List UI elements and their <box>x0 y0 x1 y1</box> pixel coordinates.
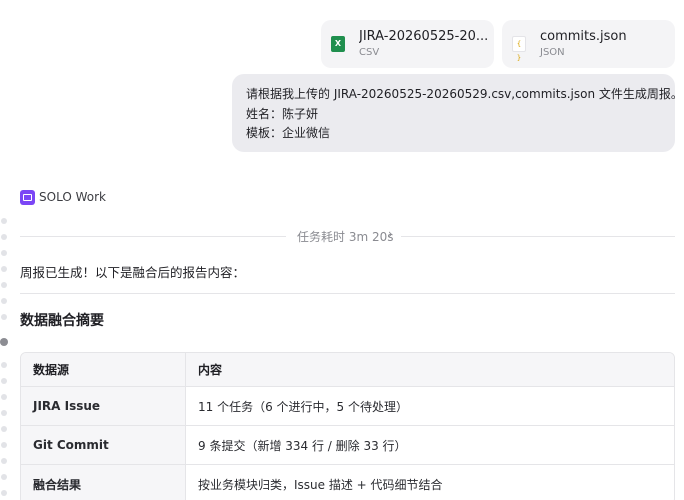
task-duration-label[interactable]: 任务耗时 3m 20s <box>297 228 393 245</box>
scroll-marker[interactable] <box>1 394 7 400</box>
attachment-jira-csv[interactable]: X JIRA-20260525-20... CSV <box>321 20 494 68</box>
user-message-line: 模板：企业微信 <box>246 126 331 140</box>
scroll-marker[interactable] <box>1 362 7 368</box>
scroll-marker-active[interactable] <box>0 338 8 346</box>
attachment-name: commits.json <box>540 29 627 44</box>
data-fusion-table: 数据源 内容 JIRA Issue 11 个任务（6 个进行中，5 个待处理） … <box>20 352 675 500</box>
task-duration-toggle[interactable]: 任务耗时 3m 20s › <box>20 227 675 245</box>
table-row: Git Commit 9 条提交（新增 334 行 / 删除 33 行） <box>21 426 674 465</box>
scroll-marker[interactable] <box>1 266 7 272</box>
table-cell-content: 11 个任务（6 个进行中，5 个待处理） <box>186 387 674 426</box>
attachment-type: JSON <box>540 47 565 58</box>
table-cell-content: 按业务模块归类，Issue 描述 + 代码细节结合 <box>186 465 674 500</box>
user-message-line: 请根据我上传的 JIRA-20260525-20260529.csv,commi… <box>246 87 683 101</box>
divider-line <box>20 236 286 237</box>
table-row: JIRA Issue 11 个任务（6 个进行中，5 个待处理） <box>21 387 674 426</box>
section-title: 数据融合摘要 <box>20 313 104 329</box>
scroll-marker[interactable] <box>1 458 7 464</box>
attachment-commits-json[interactable]: { } commits.json JSON <box>502 20 675 68</box>
user-message-bubble: 请根据我上传的 JIRA-20260525-20260529.csv,commi… <box>232 74 683 152</box>
json-file-icon: { } <box>512 36 526 62</box>
scroll-marker[interactable] <box>1 314 7 320</box>
chevron-right-icon[interactable]: › <box>388 227 393 241</box>
table-header-cell: 数据源 <box>21 353 186 387</box>
scroll-marker[interactable] <box>1 378 7 384</box>
scroll-marker[interactable] <box>1 442 7 448</box>
section-divider <box>20 293 675 294</box>
scroll-marker[interactable] <box>1 250 7 256</box>
table-cell-source: JIRA Issue <box>21 387 186 426</box>
response-intro: 周报已生成！以下是融合后的报告内容： <box>20 265 246 280</box>
table-row: 融合结果 按业务模块归类，Issue 描述 + 代码细节结合 <box>21 465 674 500</box>
user-message-line: 姓名：陈子妍 <box>246 106 319 121</box>
scroll-marker[interactable] <box>1 490 7 496</box>
scroll-marker[interactable] <box>1 474 7 480</box>
scroll-marker[interactable] <box>1 218 7 224</box>
table-header-row: 数据源 内容 <box>21 353 674 387</box>
scroll-marker[interactable] <box>1 410 7 416</box>
divider-line <box>401 236 675 237</box>
attachment-name: JIRA-20260525-20... <box>359 29 487 44</box>
solo-work-icon <box>20 190 35 205</box>
excel-file-icon: X <box>331 36 345 52</box>
attachment-type: CSV <box>359 47 380 58</box>
table-header-cell: 内容 <box>186 353 674 387</box>
scroll-marker[interactable] <box>1 426 7 432</box>
table-cell-content: 9 条提交（新增 334 行 / 删除 33 行） <box>186 426 674 465</box>
scroll-marker[interactable] <box>1 298 7 304</box>
scroll-marker[interactable] <box>1 234 7 240</box>
agent-name: SOLO Work <box>39 190 106 204</box>
table-cell-source: 融合结果 <box>21 465 186 500</box>
table-cell-source: Git Commit <box>21 426 186 465</box>
scroll-marker[interactable] <box>1 282 7 288</box>
